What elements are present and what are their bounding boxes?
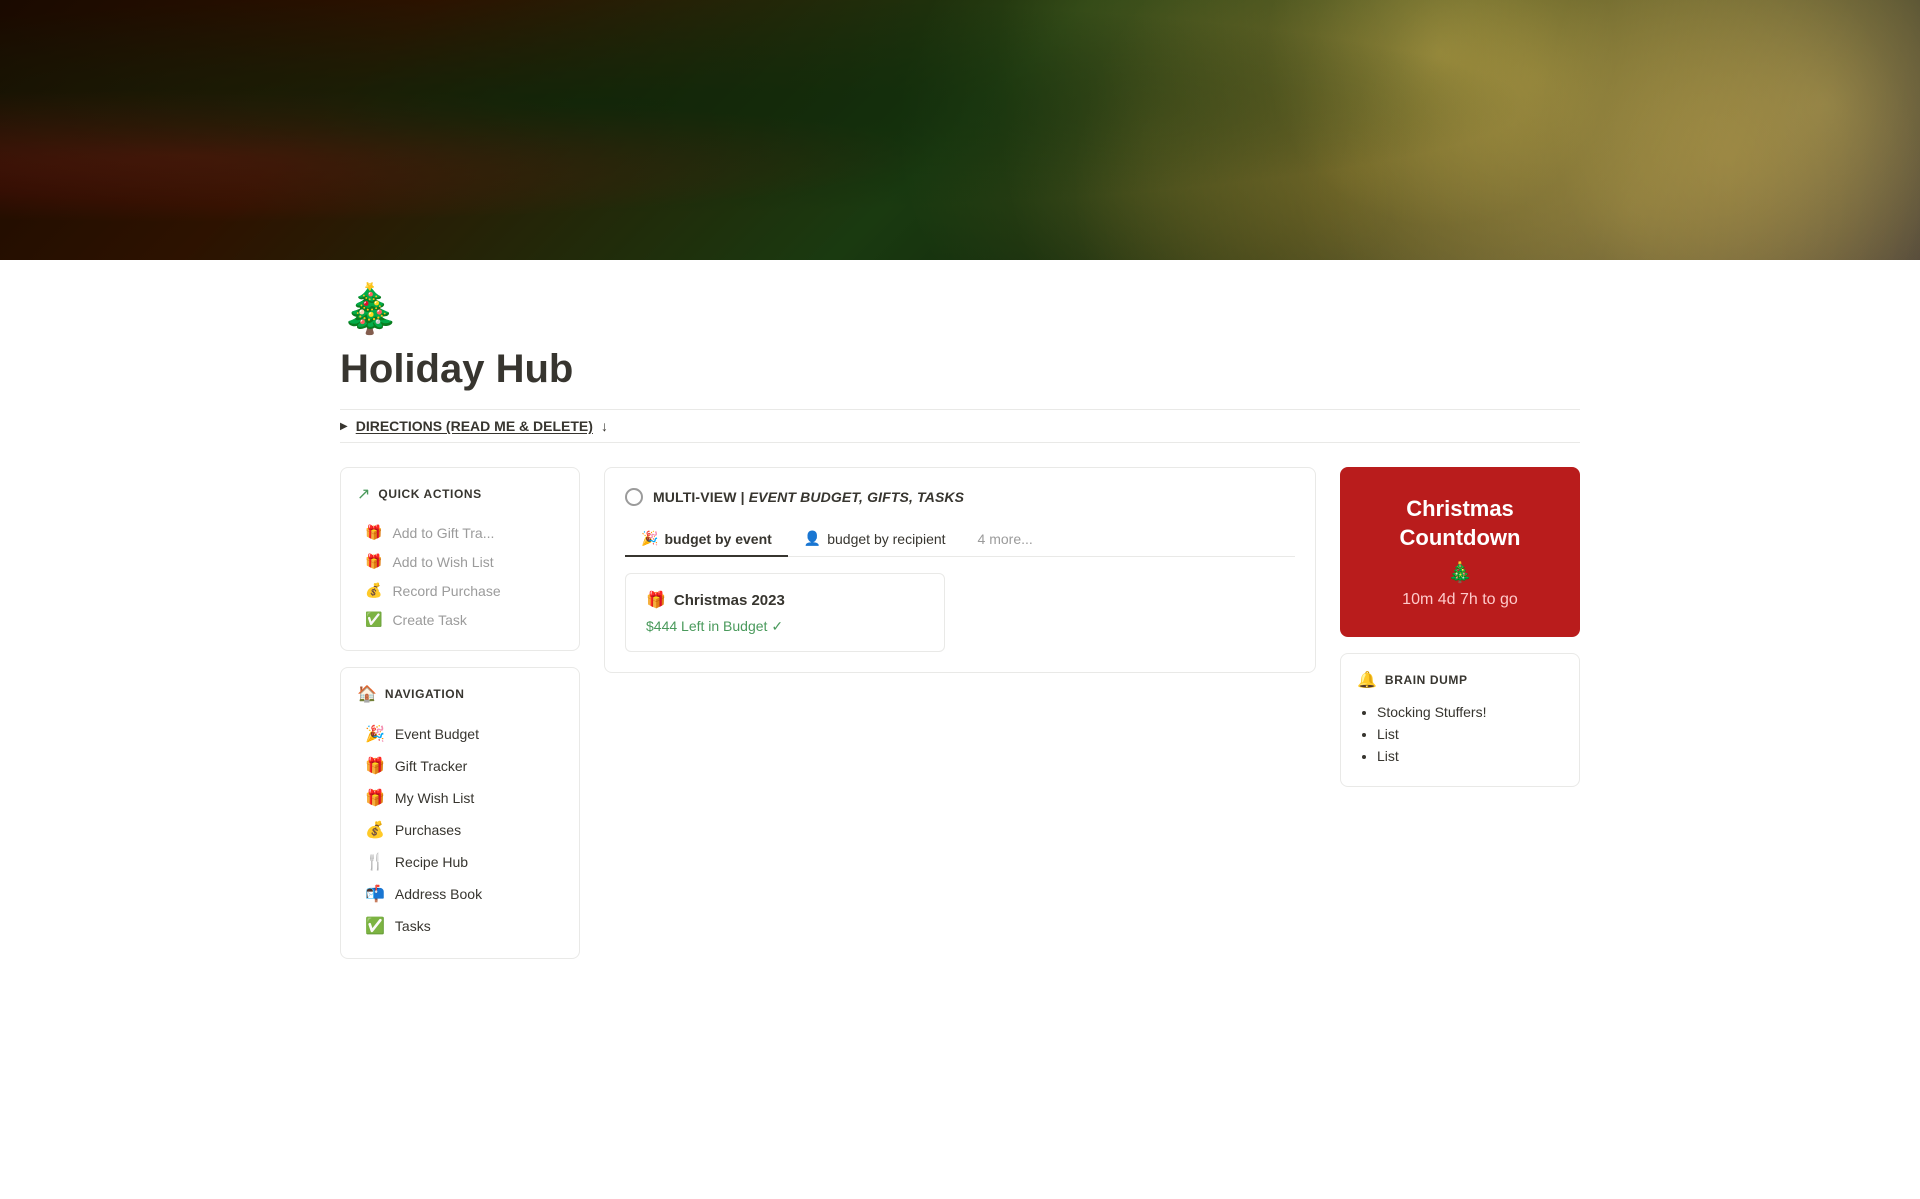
nav-recipe-hub[interactable]: 🍴 Recipe Hub	[357, 846, 563, 878]
data-card-name: Christmas 2023	[674, 592, 785, 609]
data-card-budget: $444 Left in Budget ✓	[646, 618, 924, 635]
tab-more[interactable]: 4 more...	[962, 523, 1049, 555]
quick-action-label: Create Task	[392, 612, 466, 628]
recipe-hub-icon: 🍴	[365, 852, 385, 872]
brain-dump-icon: 🔔	[1357, 670, 1377, 690]
multiview-header: MULTI-VIEW | EVENT BUDGET, GIFTS, TASKS	[625, 488, 1295, 506]
brain-dump-title: BRAIN DUMP	[1385, 673, 1468, 687]
page-icon: 🎄	[340, 280, 400, 337]
tab-label: budget by recipient	[827, 531, 945, 547]
multiview-title-italic: EVENT BUDGET, GIFTS, TASKS	[749, 489, 964, 505]
brain-dump-list: Stocking Stuffers! List List	[1357, 704, 1563, 764]
nav-label: My Wish List	[395, 790, 474, 806]
quick-action-label: Add to Wish List	[392, 554, 493, 570]
main-grid: ↗ QUICK ACTIONS 🎁 Add to Gift Tra... 🎁 A…	[340, 467, 1580, 959]
multiview-title-prefix: MULTI-VIEW |	[653, 489, 749, 505]
quick-action-label: Add to Gift Tra...	[392, 525, 494, 541]
nav-label: Address Book	[395, 886, 482, 902]
multiview-circle-icon	[625, 488, 643, 506]
navigation-card: 🏠 NAVIGATION 🎉 Event Budget 🎁 Gift Track…	[340, 667, 580, 959]
tasks-icon: ✅	[365, 916, 385, 936]
brain-item-1: Stocking Stuffers!	[1377, 704, 1563, 720]
brain-item-3: List	[1377, 748, 1563, 764]
center-panel: MULTI-VIEW | EVENT BUDGET, GIFTS, TASKS …	[604, 467, 1316, 673]
nav-event-budget[interactable]: 🎉 Event Budget	[357, 718, 563, 750]
brain-dump-header: 🔔 BRAIN DUMP	[1357, 670, 1563, 690]
nav-tasks[interactable]: ✅ Tasks	[357, 910, 563, 942]
quick-action-record-purchase[interactable]: 💰 Record Purchase	[357, 576, 563, 605]
nav-gift-tracker[interactable]: 🎁 Gift Tracker	[357, 750, 563, 782]
quick-actions-header: ↗ QUICK ACTIONS	[357, 484, 563, 504]
tab-label: budget by event	[664, 531, 771, 547]
wish-list-icon: 🎁	[365, 788, 385, 808]
gift-tracker-icon: 🎁	[365, 756, 385, 776]
page-icon-wrap: 🎄	[340, 260, 1580, 345]
quick-action-create-task[interactable]: ✅ Create Task	[357, 605, 563, 634]
tabs-row: 🎉 budget by event 👤 budget by recipient …	[625, 522, 1295, 557]
quick-actions-title: QUICK ACTIONS	[378, 487, 481, 501]
tab-event-icon: 🎉	[641, 530, 658, 547]
data-card-gift-icon: 🎁	[646, 590, 666, 610]
home-icon: 🏠	[357, 684, 377, 704]
nav-purchases[interactable]: 💰 Purchases	[357, 814, 563, 846]
tab-budget-by-recipient[interactable]: 👤 budget by recipient	[788, 522, 962, 557]
address-book-icon: 📬	[365, 884, 385, 904]
purchases-icon: 💰	[365, 820, 385, 840]
hero-banner	[0, 0, 1920, 260]
navigation-list: 🎉 Event Budget 🎁 Gift Tracker 🎁 My Wish …	[357, 718, 563, 942]
nav-label: Event Budget	[395, 726, 479, 742]
data-card-title: 🎁 Christmas 2023	[646, 590, 924, 610]
quick-actions-icon: ↗	[357, 484, 370, 504]
navigation-title: NAVIGATION	[385, 687, 465, 701]
brain-item-2: List	[1377, 726, 1563, 742]
directions-triangle-icon: ▶	[340, 421, 348, 432]
purchase-icon: 💰	[365, 582, 382, 599]
nav-label: Tasks	[395, 918, 431, 934]
navigation-header: 🏠 NAVIGATION	[357, 684, 563, 704]
countdown-tree-icon: 🎄	[1360, 560, 1560, 585]
nav-label: Gift Tracker	[395, 758, 467, 774]
countdown-card: Christmas Countdown 🎄 10m 4d 7h to go	[1340, 467, 1580, 637]
nav-label: Purchases	[395, 822, 461, 838]
quick-action-add-gift[interactable]: 🎁 Add to Gift Tra...	[357, 518, 563, 547]
nav-label: Recipe Hub	[395, 854, 468, 870]
quick-action-add-wishlist[interactable]: 🎁 Add to Wish List	[357, 547, 563, 576]
multiview-card: MULTI-VIEW | EVENT BUDGET, GIFTS, TASKS …	[604, 467, 1316, 673]
event-budget-icon: 🎉	[365, 724, 385, 744]
event-data-card: 🎁 Christmas 2023 $444 Left in Budget ✓	[625, 573, 945, 652]
quick-actions-card: ↗ QUICK ACTIONS 🎁 Add to Gift Tra... 🎁 A…	[340, 467, 580, 651]
countdown-time: 10m 4d 7h to go	[1360, 591, 1560, 609]
countdown-title: Christmas Countdown	[1360, 495, 1560, 552]
multiview-title: MULTI-VIEW | EVENT BUDGET, GIFTS, TASKS	[653, 489, 964, 505]
page-title: Holiday Hub	[340, 345, 1580, 393]
task-icon: ✅	[365, 611, 382, 628]
directions-bar[interactable]: ▶ DIRECTIONS (READ ME & DELETE) ↓	[340, 409, 1580, 443]
directions-arrow-icon: ↓	[601, 418, 608, 434]
quick-action-label: Record Purchase	[392, 583, 500, 599]
right-panel: Christmas Countdown 🎄 10m 4d 7h to go 🔔 …	[1340, 467, 1580, 787]
left-panel: ↗ QUICK ACTIONS 🎁 Add to Gift Tra... 🎁 A…	[340, 467, 580, 959]
nav-wish-list[interactable]: 🎁 My Wish List	[357, 782, 563, 814]
wishlist-icon: 🎁	[365, 553, 382, 570]
nav-address-book[interactable]: 📬 Address Book	[357, 878, 563, 910]
brain-dump-card: 🔔 BRAIN DUMP Stocking Stuffers! List Lis…	[1340, 653, 1580, 787]
directions-label: DIRECTIONS (READ ME & DELETE)	[356, 418, 593, 434]
tab-recipient-icon: 👤	[804, 530, 821, 547]
tab-budget-by-event[interactable]: 🎉 budget by event	[625, 522, 788, 557]
gift-icon: 🎁	[365, 524, 382, 541]
quick-actions-list: 🎁 Add to Gift Tra... 🎁 Add to Wish List …	[357, 518, 563, 634]
